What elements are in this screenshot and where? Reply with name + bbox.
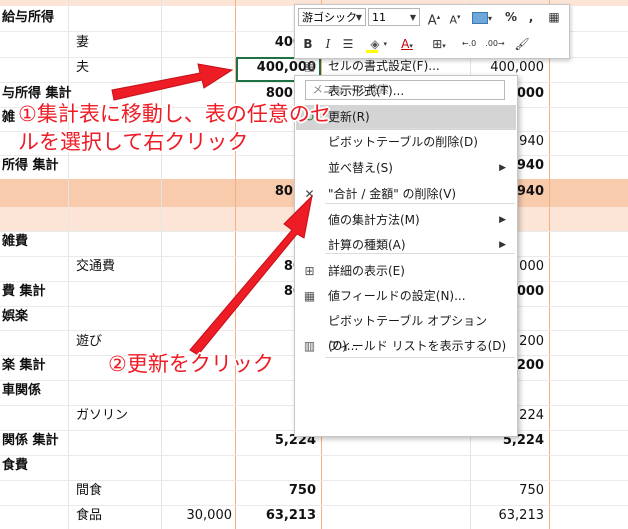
menu-item-label: 値の集計方法(M): [328, 213, 420, 227]
align-center-icon[interactable]: ☰: [341, 35, 355, 53]
menu-item-11[interactable]: ▥ フィールド リストを表示する(D): [296, 334, 516, 359]
cell-a[interactable]: 娯楽: [2, 309, 28, 325]
cell-f[interactable]: 63,213: [470, 508, 545, 524]
format-table-icon[interactable]: ▦: [545, 8, 563, 26]
submenu-arrow-icon: ▶: [499, 240, 506, 250]
cell-d[interactable]: 63,213: [236, 508, 316, 524]
percent-button[interactable]: %: [503, 8, 519, 26]
delete-x-icon: ✕: [304, 187, 315, 201]
menu-separator: [325, 357, 515, 358]
font-name-dropdown[interactable]: 游ゴシック ▼: [298, 8, 366, 26]
comma-button[interactable]: ,: [525, 8, 537, 26]
chevron-down-icon: ▼: [409, 13, 416, 22]
menu-item-label: フィールド リストを表示する(D): [328, 339, 507, 353]
format-painter-icon[interactable]: 🖌: [513, 35, 531, 53]
italic-button[interactable]: I: [321, 35, 335, 53]
menu-item-0[interactable]: ▤ セルの書式設定(F)...: [296, 54, 516, 79]
bold-button[interactable]: B: [301, 35, 315, 53]
menu-item-label: 表示形式(T)...: [328, 84, 405, 98]
cell-a[interactable]: 費 集計: [2, 284, 46, 300]
menu-separator: [325, 253, 515, 254]
cell-c[interactable]: 30,000: [160, 508, 233, 524]
decrease-decimal-icon[interactable]: .00→: [485, 35, 505, 53]
field-settings-icon: ▦: [303, 289, 316, 303]
annotation-step2: ②更新をクリック: [108, 352, 274, 376]
submenu-arrow-icon: ▶: [499, 163, 506, 173]
menu-item-label: 値フィールドの設定(N)...: [328, 289, 466, 303]
font-size-dropdown[interactable]: 11 ▼: [368, 8, 420, 26]
cell-d[interactable]: 750: [236, 483, 316, 499]
cell-b[interactable]: 夫: [76, 60, 89, 76]
cell-a[interactable]: 食費: [2, 458, 28, 474]
number-format-button[interactable]: ▾: [469, 8, 495, 26]
menu-item-8[interactable]: ⊞ 詳細の表示(E): [296, 259, 516, 284]
menu-item-label: 計算の種類(A): [328, 238, 406, 252]
menu-item-label: 並べ替え(S): [328, 161, 393, 175]
menu-item-3[interactable]: ピボットテーブルの削除(D): [296, 130, 516, 155]
increase-decimal-icon[interactable]: ←.0: [459, 35, 479, 53]
cell-a[interactable]: 所得 集計: [2, 158, 59, 174]
font-name-value: 游ゴシック: [302, 11, 357, 24]
cell-b[interactable]: 交通費: [76, 259, 115, 275]
field-list-icon: ▥: [303, 339, 316, 353]
menu-item-6[interactable]: 値の集計方法(M) ▶: [296, 208, 516, 233]
border-icon[interactable]: ⊞▾: [427, 35, 451, 53]
context-menu: メニューの検索 ▤ セルの書式設定(F)... 表示形式(T)... ↻ 更新(R) ピボ…: [294, 59, 518, 437]
show-detail-icon: ⊞: [304, 264, 315, 278]
font-color-button[interactable]: A▾: [395, 35, 419, 53]
cell-a[interactable]: 楽 集計: [2, 358, 46, 374]
cell-a[interactable]: 雑費: [2, 234, 28, 250]
menu-item-10[interactable]: ピボットテーブル オプション(O)...: [296, 309, 516, 353]
decrease-font-button[interactable]: A▾: [447, 8, 463, 27]
increase-font-button[interactable]: A▴: [426, 8, 442, 28]
annotation-step1-line2: ルを選択して右クリック: [18, 130, 249, 154]
cell-b[interactable]: 妻: [76, 35, 89, 51]
menu-item-label: 更新(R): [328, 110, 370, 124]
menu-item-label: ピボットテーブルの削除(D): [328, 135, 478, 149]
cell-b[interactable]: 食品: [76, 508, 102, 524]
cell-a[interactable]: 給与所得: [2, 10, 54, 26]
menu-item-4[interactable]: 並べ替え(S) ▶: [296, 156, 516, 181]
mini-toolbar: 游ゴシック ▼ 11 ▼ A▴ A▾ ▾ % , ▦ B I ☰ ◈ ▾ A▾ ⊞…: [294, 4, 570, 59]
menu-item-9[interactable]: ▦ 値フィールドの設定(N)...: [296, 284, 516, 309]
currency-icon: [471, 11, 488, 24]
cell-a[interactable]: 与所得 集計: [2, 86, 72, 102]
cell-a[interactable]: 雑: [2, 110, 15, 126]
menu-separator: [325, 203, 515, 204]
annotation-step1-line1: ①集計表に移動し、表の任意のセ: [18, 102, 331, 126]
cell-a[interactable]: 車関係: [2, 383, 41, 399]
menu-item-label: 詳細の表示(E): [328, 264, 405, 278]
font-size-value: 11: [372, 11, 386, 24]
cell-b[interactable]: 遊び: [76, 334, 102, 350]
menu-separator: [325, 128, 515, 129]
menu-item-7[interactable]: 計算の種類(A) ▶: [296, 233, 516, 258]
cell-b[interactable]: ガソリン: [76, 408, 128, 424]
fill-color-icon[interactable]: ◈ ▾: [363, 35, 387, 53]
format-cells-icon: ▤: [303, 59, 316, 73]
chevron-down-icon: ▼: [355, 13, 362, 22]
cell-a[interactable]: 関係 集計: [2, 433, 59, 449]
cell-b[interactable]: 間食: [76, 483, 102, 499]
submenu-arrow-icon: ▶: [499, 215, 506, 225]
cell-f[interactable]: 750: [470, 483, 544, 499]
menu-item-label: セルの書式設定(F)...: [328, 59, 440, 73]
